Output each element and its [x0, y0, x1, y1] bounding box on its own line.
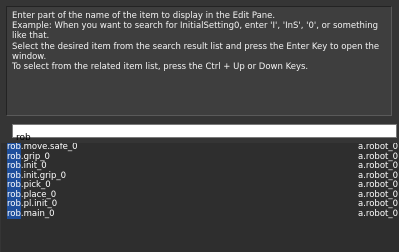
result-name-rest: .init_0: [20, 161, 47, 171]
result-match-text: rob: [7, 199, 21, 209]
result-name-rest: .grip_0: [20, 151, 50, 162]
result-row[interactable]: rob.move.safe_0 a.robot_0: [1, 143, 399, 153]
search-results-list[interactable]: rob.move.safe_0 a.robot_0 rob.grip_0 a.robo…: [1, 143, 399, 252]
result-name-rest: .init.grip_0: [20, 170, 67, 181]
help-line-1: Enter part of the name of the item to di…: [12, 11, 276, 21]
result-match-text: rob: [7, 189, 21, 200]
help-line-2: Example: When you want to search for Ini…: [12, 21, 378, 42]
help-panel: Enter part of the name of the item to di…: [6, 6, 392, 116]
help-line-3: Select the desired item from the search …: [12, 41, 380, 62]
search-window: Enter part of the name of the item to di…: [0, 0, 399, 252]
result-parent: a.robot_0: [358, 208, 399, 219]
search-box[interactable]: [12, 124, 397, 144]
result-name-rest: .pick_0: [20, 180, 51, 190]
result-item-name: rob.main_0: [7, 208, 55, 220]
result-name-rest: .main_0: [20, 208, 55, 219]
result-name-rest: .pl.init_0: [20, 199, 58, 209]
result-row[interactable]: rob.grip_0 a.robot_0: [1, 151, 399, 163]
help-line-4: To select from the related item list, pr…: [12, 62, 309, 73]
result-match-text: rob: [7, 208, 21, 219]
result-row[interactable]: rob.pl.init_0 a.robot_0: [1, 199, 399, 210]
result-match-text: rob: [7, 170, 21, 181]
result-match-text: rob: [7, 151, 21, 162]
result-row[interactable]: rob.pick_0 a.robot_0: [1, 180, 399, 191]
result-row[interactable]: rob.main_0 a.robot_0: [1, 208, 399, 220]
result-row[interactable]: rob.place_0 a.robot_0: [1, 189, 399, 201]
result-row[interactable]: rob.init.grip_0 a.robot_0: [1, 170, 399, 182]
result-name-rest: .place_0: [20, 189, 57, 200]
result-match-text: rob: [7, 143, 21, 152]
result-match-text: rob: [7, 180, 21, 190]
result-match-text: rob: [7, 161, 21, 171]
